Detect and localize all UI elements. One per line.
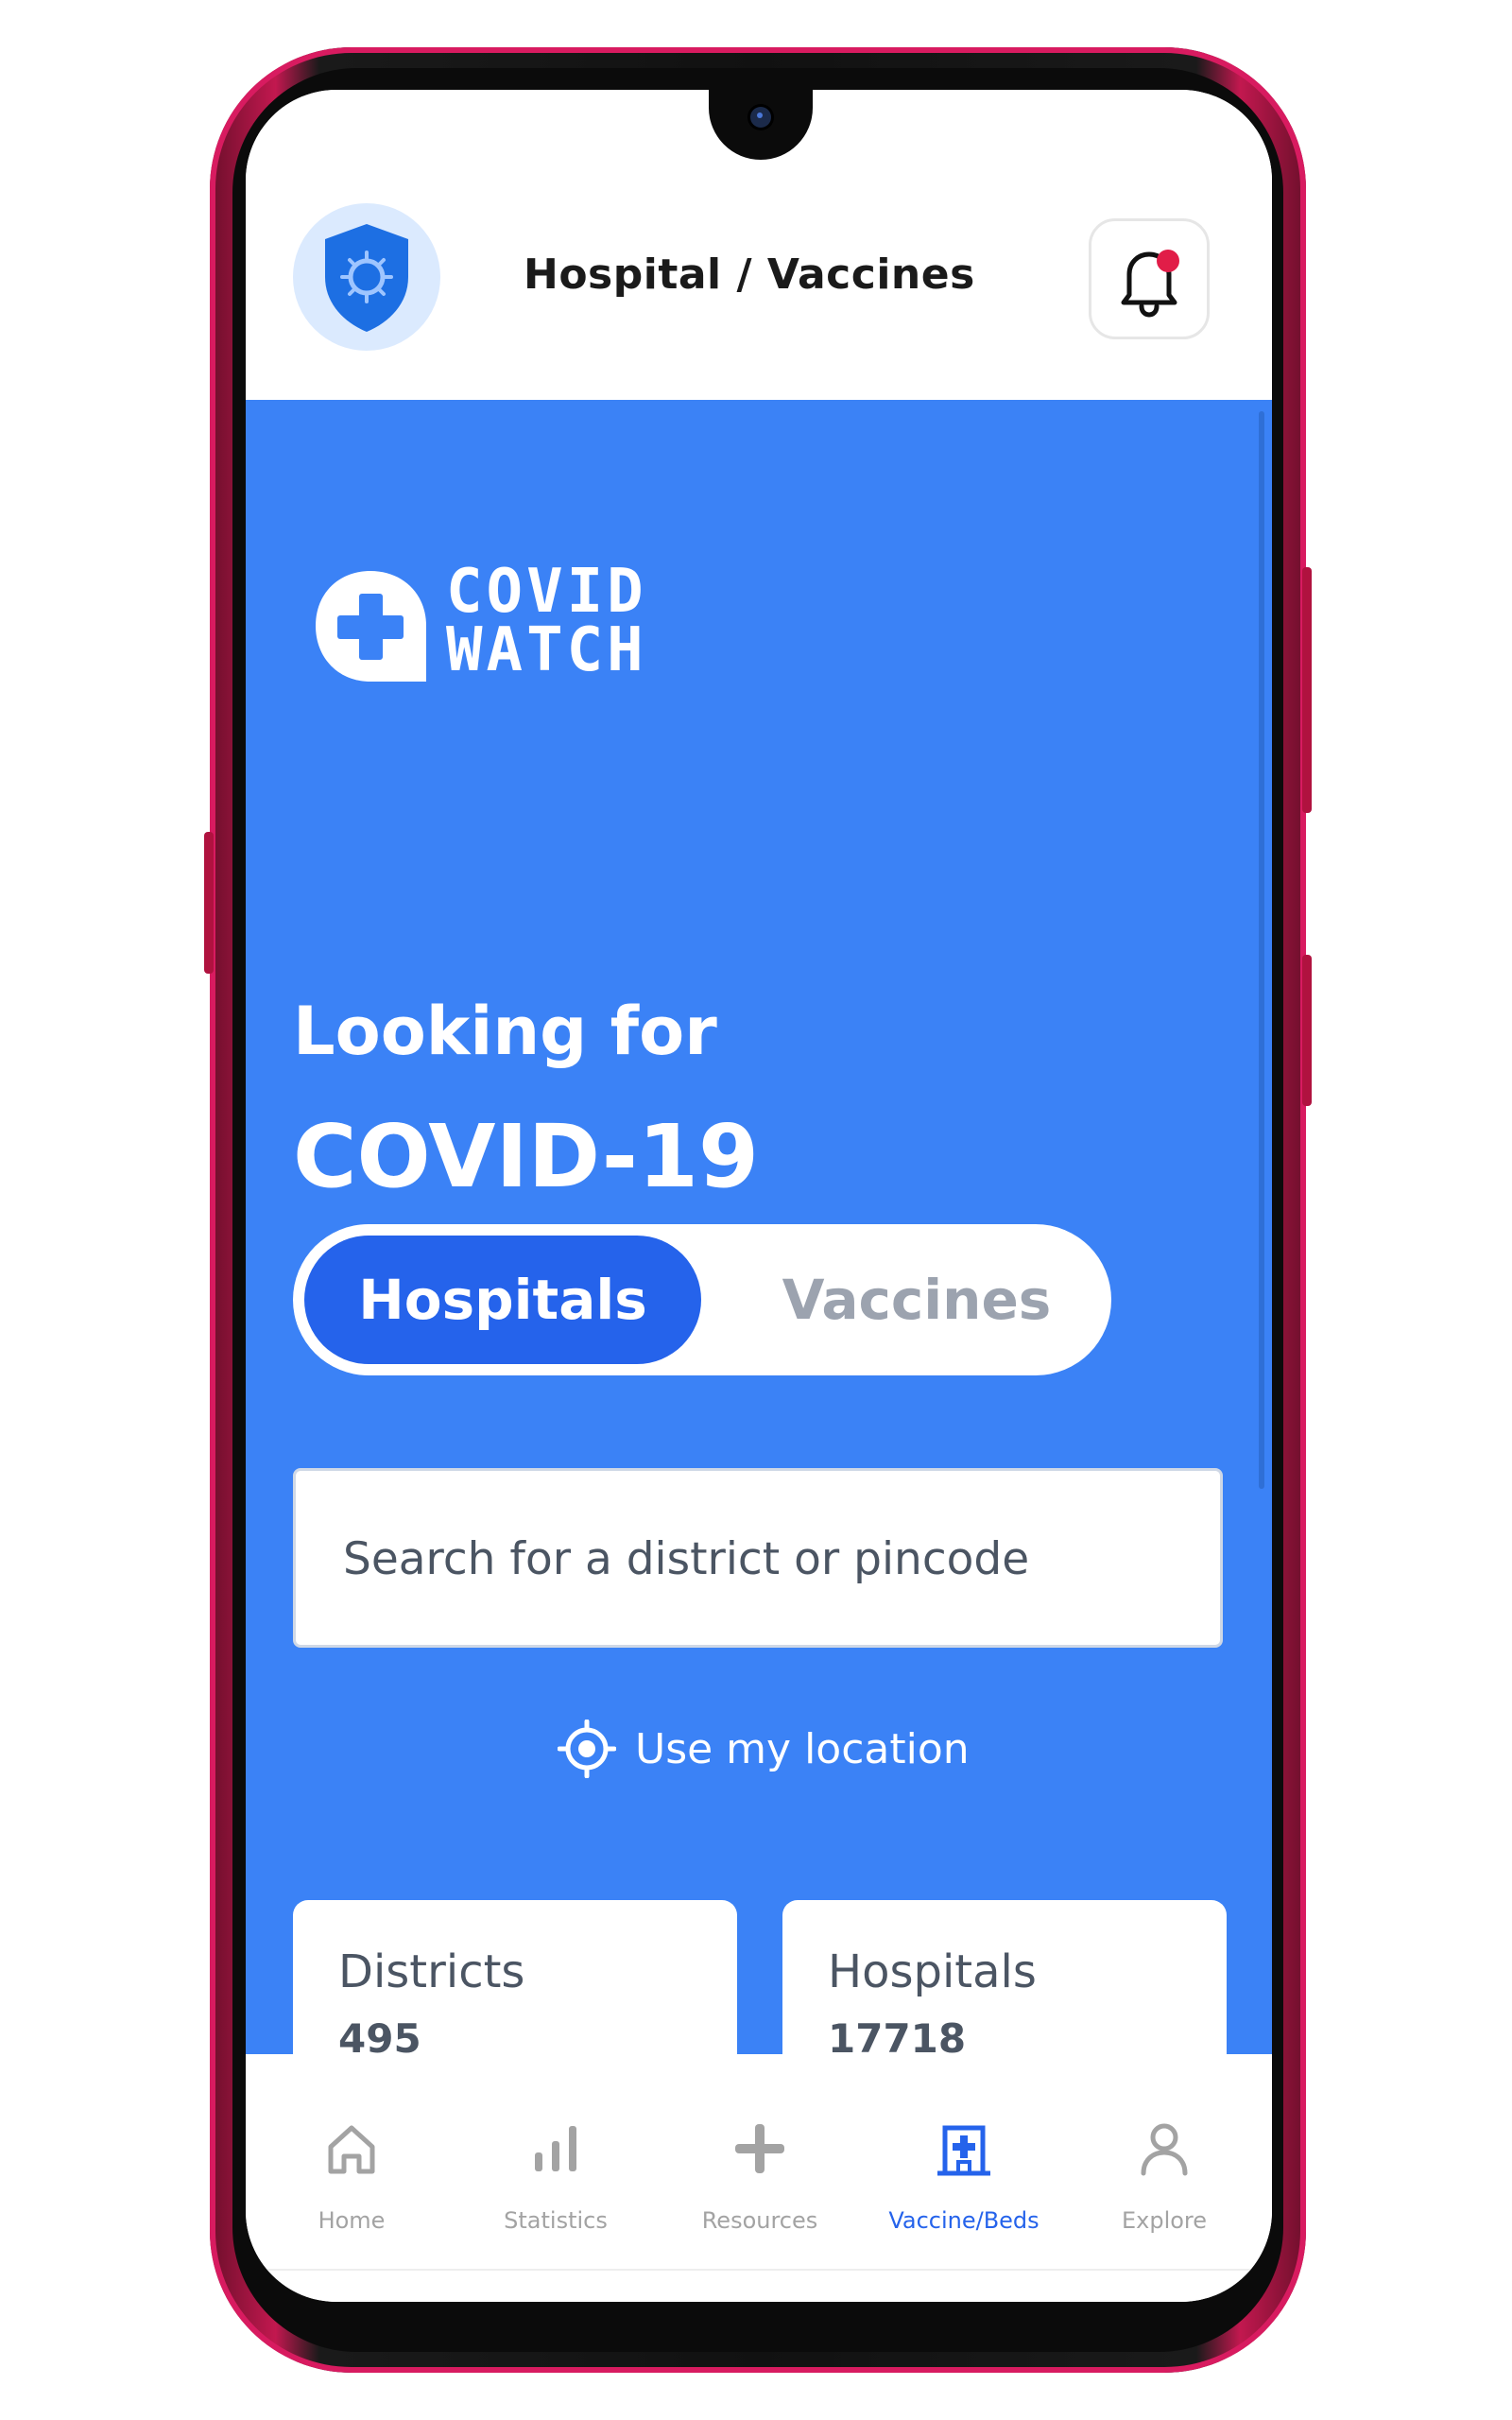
nav-label-vaccine-beds: Vaccine/Beds bbox=[888, 2207, 1040, 2234]
search-input[interactable] bbox=[341, 1471, 1195, 1647]
nav-label-resources: Resources bbox=[701, 2207, 818, 2234]
bar-chart-icon bbox=[535, 2126, 576, 2171]
crosshair-icon bbox=[558, 1720, 616, 1778]
plus-icon bbox=[735, 2124, 784, 2173]
toggle-hospitals[interactable]: Hospitals bbox=[304, 1236, 701, 1364]
system-navigation-bar bbox=[246, 2271, 1272, 2302]
logo-text: COVID WATCH bbox=[446, 557, 647, 685]
toggle-vaccines[interactable]: Vaccines bbox=[737, 1236, 1096, 1364]
hospitals-label: Hospitals bbox=[828, 1945, 1037, 1998]
user-icon bbox=[1141, 2123, 1188, 2176]
medical-cross-logo-icon bbox=[316, 571, 426, 682]
covid-watch-logo bbox=[312, 567, 430, 689]
hospital-icon bbox=[937, 2125, 990, 2176]
side-button bbox=[1302, 955, 1312, 1106]
notifications-button[interactable] bbox=[1089, 218, 1210, 339]
notification-dot bbox=[1157, 250, 1179, 272]
nav-item-vaccine-beds[interactable]: Vaccine/Beds bbox=[869, 2084, 1058, 2269]
nav-item-explore[interactable]: Explore bbox=[1070, 2084, 1259, 2269]
nav-label-statistics: Statistics bbox=[504, 2207, 608, 2234]
nav-item-home[interactable]: Home bbox=[257, 2084, 446, 2269]
logo-line-1: COVID bbox=[446, 557, 647, 627]
hospitals-value: 17718 bbox=[828, 2015, 967, 2062]
shield-virus-icon bbox=[325, 224, 408, 332]
volume-button bbox=[204, 832, 214, 974]
districts-label: Districts bbox=[338, 1945, 525, 1998]
looking-for-label: Looking for bbox=[293, 993, 717, 1070]
nav-item-resources[interactable]: Resources bbox=[665, 2084, 854, 2269]
use-location-label: Use my location bbox=[635, 1724, 970, 1773]
covid-title: COVID-19 bbox=[293, 1106, 759, 1207]
home-circle-icon[interactable] bbox=[719, 2290, 795, 2302]
back-triangle-icon[interactable] bbox=[970, 2290, 1045, 2302]
nav-label-home: Home bbox=[318, 2207, 386, 2234]
nav-label-explore: Explore bbox=[1121, 2207, 1208, 2234]
page-title: Hospital / Vaccines bbox=[524, 251, 975, 299]
power-button bbox=[1302, 567, 1312, 813]
recent-apps-icon[interactable] bbox=[474, 2290, 550, 2302]
shield-logo[interactable] bbox=[293, 203, 440, 351]
nav-item-statistics[interactable]: Statistics bbox=[461, 2084, 650, 2269]
districts-value: 495 bbox=[338, 2015, 421, 2062]
phone-screen: Hospital / Vaccines COVID WATCH Looking … bbox=[246, 90, 1272, 2302]
scrollbar[interactable] bbox=[1259, 411, 1264, 1489]
hospital-vaccine-toggle: Hospitals Vaccines bbox=[293, 1224, 1111, 1375]
bell-icon bbox=[1121, 250, 1179, 318]
use-location-button[interactable]: Use my location bbox=[558, 1716, 970, 1782]
search-box bbox=[293, 1468, 1223, 1648]
logo-line-2: WATCH bbox=[446, 615, 647, 685]
home-icon bbox=[328, 2125, 375, 2174]
front-camera bbox=[750, 107, 771, 128]
bottom-navigation: Home Statistics Resources Vaccine/Beds E… bbox=[246, 2084, 1272, 2271]
